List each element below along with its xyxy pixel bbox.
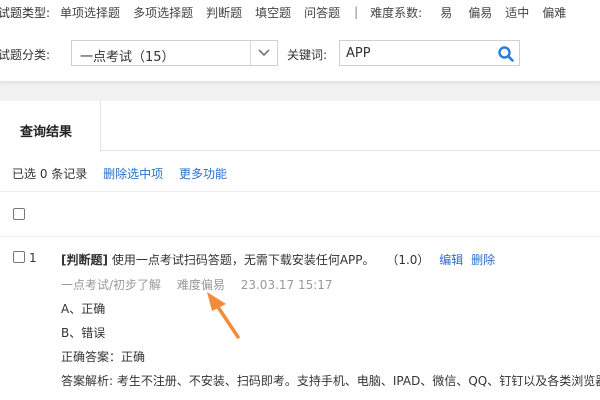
select-divider [250, 41, 251, 65]
keyword-input[interactable]: APP [346, 46, 371, 61]
keyword-search-box[interactable]: APP [339, 40, 520, 66]
difficulty-option-easy[interactable]: 易 [440, 4, 452, 21]
difficulty-option-fairly-easy[interactable]: 偏易 [468, 4, 492, 21]
category-select[interactable]: 一点考试（15） [71, 40, 278, 66]
type-filter-label: 试题类型: [0, 5, 51, 20]
filter-panel: 试题类型: 单项选择题 多项选择题 判断题 填空题 问答题 | 难度系数: 易 … [0, 0, 600, 82]
filter-separator: | [354, 5, 359, 19]
category-select-value: 一点考试（15） [80, 50, 175, 65]
chevron-down-icon [258, 49, 270, 57]
annotation-arrow-icon [207, 292, 240, 339]
type-option-qa[interactable]: 问答题 [304, 4, 340, 21]
difficulty-option-fairly-hard[interactable]: 偏难 [542, 4, 566, 21]
type-option-judge[interactable]: 判断题 [206, 4, 242, 21]
type-option-single[interactable]: 单项选择题 [60, 4, 120, 21]
category-label: 试题分类: [0, 48, 51, 62]
search-icon[interactable] [497, 45, 515, 63]
difficulty-filter-label: 难度系数: [370, 5, 423, 20]
keyword-label: 关键词: [287, 48, 328, 62]
difficulty-option-medium[interactable]: 适中 [505, 4, 529, 21]
type-filter-row: 试题类型: 单项选择题 多项选择题 判断题 填空题 问答题 | 难度系数: 易 … [0, 4, 566, 20]
type-option-fill[interactable]: 填空题 [255, 4, 291, 21]
results-panel: 查询结果 已选 0 条记录 删除选中项 更多功能 1 [判断题] 使用一点考试扫… [0, 101, 600, 400]
type-option-multi[interactable]: 多项选择题 [133, 4, 193, 21]
